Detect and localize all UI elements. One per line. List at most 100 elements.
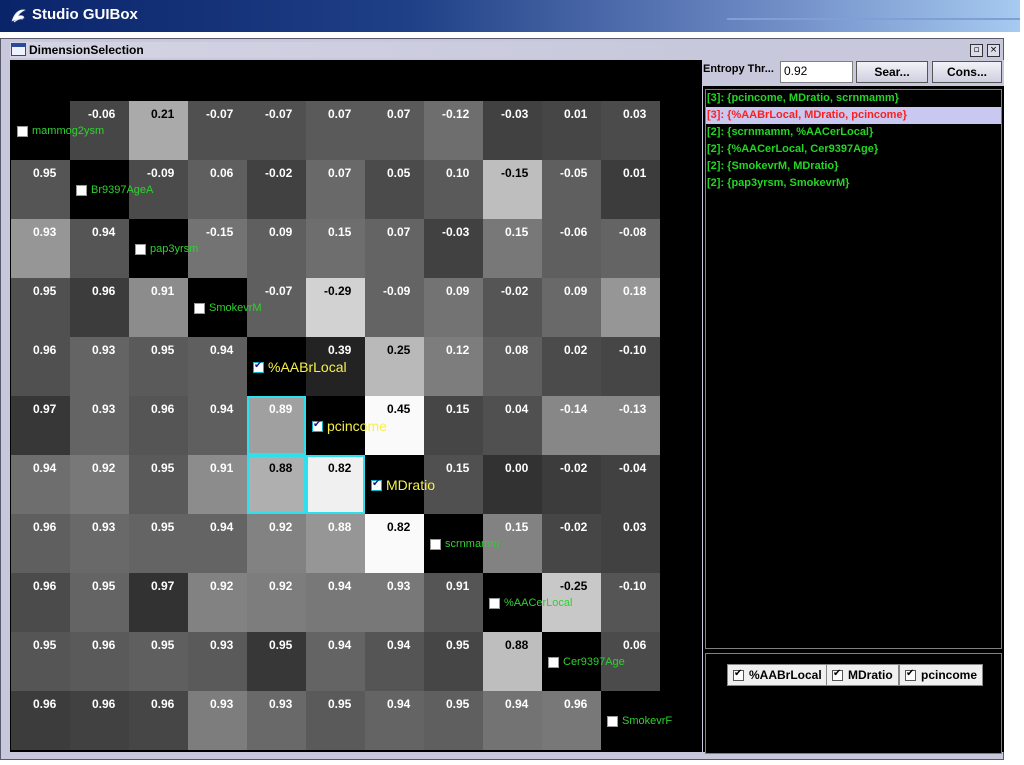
cons-button[interactable]: Cons... [932,61,1002,83]
matrix-value: 0.09 [446,284,470,298]
matrix-value: 0.25 [387,343,411,357]
dimension-toggle[interactable]: %AACerLocal [489,597,572,609]
matrix-value: 0.94 [210,402,234,416]
dimension-toggle[interactable]: mammog2ysm [17,125,104,137]
matrix-value: 0.03 [623,107,647,121]
checkbox-icon[interactable] [607,715,618,727]
matrix-value: 0.96 [92,638,116,652]
matrix-value: 0.96 [151,402,175,416]
matrix-value: 0.91 [151,284,175,298]
matrix-value: -0.25 [560,579,588,593]
matrix-value: 0.94 [92,225,116,239]
matrix-value: 0.96 [151,697,175,711]
matrix-value: 0.97 [151,579,175,593]
maximize-icon[interactable]: ▫ [970,44,983,57]
result-item[interactable]: [3]: {%AABrLocal, MDratio, pcincome} [706,107,1001,124]
checkbox-icon[interactable] [430,538,441,550]
checkbox-icon[interactable] [135,243,146,255]
matrix-value: -0.07 [265,107,293,121]
checkbox-icon[interactable] [489,597,500,609]
matrix-value: 0.01 [623,166,647,180]
matrix-value: 0.96 [33,697,57,711]
selected-dimension-chip[interactable]: %AABrLocal [727,664,828,686]
checkbox-icon[interactable] [194,302,205,314]
dimension-toggle[interactable]: MDratio [371,477,435,493]
matrix-value: -0.02 [560,520,588,534]
matrix-value: 0.92 [210,579,234,593]
dimension-label: %AACerLocal [504,597,573,609]
close-icon[interactable]: × [987,44,1000,57]
matrix-value: 0.92 [269,520,293,534]
dimension-toggle[interactable]: pcincome [312,418,387,434]
matrix-value: 0.10 [446,166,470,180]
dimension-toggle[interactable]: Cer9397Age [548,656,625,668]
matrix-value: 0.94 [210,343,234,357]
app-title-bar: Studio GUIBox [0,0,1020,32]
matrix-value: 0.96 [564,697,588,711]
matrix-value: -0.05 [560,166,588,180]
matrix-value: 0.09 [564,284,588,298]
matrix-value: 0.15 [446,402,470,416]
result-item[interactable]: [2]: {scrnmamm, %AACerLocal} [706,124,1001,141]
frame-title: DimensionSelection [29,43,144,57]
matrix-value: 0.96 [33,520,57,534]
checkbox-checked-icon[interactable] [905,668,916,681]
checkbox-icon[interactable] [17,125,28,137]
frame-title-bar[interactable]: DimensionSelection [10,42,702,58]
dimension-toggle[interactable]: pap3yrsm [135,243,198,255]
matrix-value: 0.95 [269,638,293,652]
matrix-value: 0.96 [92,697,116,711]
entropy-threshold-input[interactable]: 0.92 [780,61,853,83]
dimension-toggle[interactable]: SmokevrM [194,302,262,314]
matrix-value: 0.91 [446,579,470,593]
dimension-toggle[interactable]: scrnmamm [430,538,499,550]
checkbox-checked-icon[interactable] [371,478,382,491]
matrix-value: 0.91 [210,461,234,475]
dimension-toggle[interactable]: Br9397AgeA [76,184,153,196]
checkbox-checked-icon[interactable] [733,668,744,681]
matrix-value: -0.14 [560,402,588,416]
dimension-label: scrnmamm [445,538,500,550]
matrix-value: 0.93 [387,579,411,593]
matrix-value: 0.93 [92,402,116,416]
correlation-matrix[interactable]: -0.06 0.21 -0.07 -0.07 0.07 0.07 -0.12 -0.03 0.0… [10,60,702,752]
result-item[interactable]: [3]: {pcincome, MDratio, scrnmamm} [706,90,1001,107]
checkbox-icon[interactable] [548,656,559,668]
matrix-value: 0.82 [328,461,352,475]
app-title: Studio GUIBox [32,6,138,23]
matrix-value: 0.96 [33,579,57,593]
entropy-threshold-label: Entropy Thr... [703,63,774,75]
matrix-value: 0.93 [210,697,234,711]
matrix-value: -0.07 [206,107,234,121]
matrix-value: 0.96 [33,343,57,357]
checkbox-checked-icon[interactable] [312,419,323,432]
search-button[interactable]: Sear... [856,61,928,83]
matrix-value: 0.18 [623,284,647,298]
checkbox-checked-icon[interactable] [832,668,843,681]
selected-dimension-label: %AABrLocal [749,668,822,682]
matrix-value: 0.09 [269,225,293,239]
selected-dimension-chip[interactable]: pcincome [899,664,984,686]
selected-dimension-chip[interactable]: MDratio [826,664,899,686]
result-item[interactable]: [2]: {pap3yrsm, SmokevrM} [706,175,1001,192]
matrix-value: -0.13 [619,402,647,416]
result-item[interactable]: [2]: {%AACerLocal, Cer9397Age} [706,141,1001,158]
checkbox-icon[interactable] [76,184,87,196]
result-item[interactable]: [2]: {SmokevrM, MDratio} [706,158,1001,175]
matrix-value: -0.04 [619,461,647,475]
matrix-value: 0.95 [33,638,57,652]
matrix-value: 0.15 [505,225,529,239]
matrix-value: 0.00 [505,461,529,475]
dimension-toggle[interactable]: SmokevrF [607,715,672,727]
matrix-value: 0.21 [151,107,175,121]
matrix-value: -0.03 [442,225,470,239]
matrix-value: -0.09 [147,166,175,180]
matrix-value: 0.94 [387,638,411,652]
result-list[interactable]: [3]: {pcincome, MDratio, scrnmamm} [3]: {… [705,89,1002,649]
matrix-value: 0.07 [328,166,352,180]
matrix-value: 0.93 [92,520,116,534]
matrix-value: 0.82 [387,520,411,534]
dimension-toggle[interactable]: %AABrLocal [253,359,347,375]
studio-swirl-icon [11,9,26,23]
checkbox-checked-icon[interactable] [253,360,264,373]
